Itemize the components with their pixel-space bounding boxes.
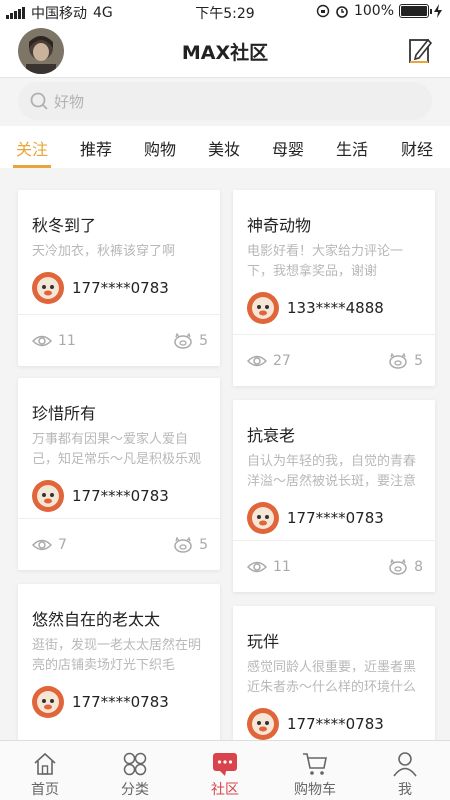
post-author[interactable]: 177****0783 — [233, 492, 435, 534]
post-card[interactable]: 珍惜所有 万事都有因果～爱家人爱自己，知足常乐～凡是积极乐观 177****07… — [18, 378, 220, 570]
view-count: 11 — [32, 333, 76, 349]
post-author[interactable]: 177****0783 — [18, 470, 220, 512]
eye-icon — [32, 539, 52, 550]
pig-icon — [389, 352, 407, 369]
user-avatar-icon — [32, 272, 64, 304]
nav-label: 分类 — [121, 782, 149, 798]
post-author[interactable]: 177****0783 — [18, 676, 220, 718]
post-card[interactable]: 抗衰老 自认为年轻的我，自觉的青春洋溢～居然被说长斑，要注意 177****07… — [233, 400, 435, 592]
page-title: MAX社区 — [181, 42, 269, 64]
post-excerpt: 万事都有因果～爱家人爱自己，知足常乐～凡是积极乐观 — [32, 432, 202, 467]
view-count: 11 — [247, 559, 291, 575]
post-card[interactable]: 神奇动物 电影好看！大家给力评论一下，我想拿奖品，谢谢 133****4888 … — [233, 190, 435, 386]
user-avatar-icon — [32, 686, 64, 718]
post-title: 神奇动物 — [247, 216, 312, 235]
chat-icon — [213, 753, 237, 776]
grid-icon — [123, 752, 147, 776]
nav-me[interactable]: 我 — [360, 741, 450, 800]
post-excerpt: 电影好看！大家给力评论一下，我想拿奖品，谢谢 — [247, 244, 404, 279]
post-stats: 11 8 — [233, 540, 435, 592]
user-avatar-icon — [247, 708, 279, 740]
post-title: 悠然自在的老太太 — [32, 610, 161, 629]
author-name: 177****0783 — [287, 715, 384, 733]
like-count[interactable]: 5 — [173, 332, 208, 349]
battery-icon — [399, 4, 432, 18]
post-stats: 11 5 — [18, 314, 220, 366]
post-author[interactable]: 177****0783 — [233, 698, 435, 740]
like-count[interactable]: 8 — [388, 558, 423, 575]
nav-community[interactable]: 社区 — [180, 741, 270, 800]
pig-icon — [174, 536, 192, 553]
author-name: 177****0783 — [287, 509, 384, 527]
search-bar[interactable]: 好物 — [18, 82, 432, 120]
post-excerpt: 逛街，发现一老太太居然在明亮的店铺卖场灯光下织毛 — [32, 638, 202, 673]
post-author[interactable]: 133****4888 — [233, 282, 435, 324]
author-name: 177****0783 — [72, 487, 169, 505]
post-title: 玩伴 — [247, 632, 280, 651]
app-header: MAX社区 — [0, 24, 450, 78]
nav-home[interactable]: 首页 — [0, 741, 90, 800]
rotation-lock-icon — [316, 4, 330, 18]
tab-follow[interactable]: 关注 — [0, 126, 64, 168]
pig-icon — [174, 332, 192, 349]
author-name: 133****4888 — [287, 299, 384, 317]
view-count: 27 — [247, 353, 291, 369]
battery-percent: 100% — [353, 3, 394, 19]
post-stats: 27 5 — [233, 334, 435, 386]
pig-icon — [389, 558, 407, 575]
alarm-icon — [336, 6, 348, 18]
tab-finance[interactable]: 财经 — [384, 126, 450, 168]
nav-label: 首页 — [31, 782, 59, 798]
nav-label: 购物车 — [294, 782, 336, 798]
eye-icon — [247, 561, 267, 572]
author-name: 177****0783 — [72, 693, 169, 711]
post-excerpt: 天冷加衣，秋裤该穿了啊 — [32, 244, 176, 259]
post-title: 珍惜所有 — [32, 404, 97, 423]
post-card[interactable]: 玩伴 感觉同龄人很重要，近墨者黑近朱者赤～什么样的环境什么 177****078… — [233, 606, 435, 740]
edit-icon — [409, 38, 433, 63]
post-card[interactable]: 悠然自在的老太太 逛街，发现一老太太居然在明亮的店铺卖场灯光下织毛 177***… — [18, 584, 220, 740]
tab-maternity[interactable]: 母婴 — [256, 126, 320, 168]
cart-icon — [303, 753, 327, 775]
eye-icon — [32, 335, 52, 346]
status-bar: 中国移动 4G 下午5:29 100% — [0, 0, 450, 24]
post-stats: 7 5 — [18, 518, 220, 570]
author-name: 177****0783 — [72, 279, 169, 297]
like-count[interactable]: 5 — [388, 352, 423, 369]
category-tabs: 关注 推荐 购物 美妆 母婴 生活 财经 — [0, 126, 450, 168]
bottom-nav: 首页 分类 社区 购物车 我 — [0, 740, 450, 800]
search-placeholder: 好物 — [54, 92, 85, 111]
post-feed: 秋冬到了 天冷加衣，秋裤该穿了啊 177****0783 11 5 神奇动物 电… — [0, 168, 450, 740]
tab-recommend[interactable]: 推荐 — [64, 126, 128, 168]
nav-label: 我 — [398, 782, 412, 798]
eye-icon — [247, 355, 267, 366]
nav-category[interactable]: 分类 — [90, 741, 180, 800]
tab-shopping[interactable]: 购物 — [128, 126, 192, 168]
post-title: 秋冬到了 — [32, 216, 97, 235]
view-count: 7 — [32, 537, 67, 553]
user-avatar-icon — [247, 502, 279, 534]
charging-icon — [434, 4, 442, 18]
user-icon — [393, 752, 417, 777]
compose-button[interactable] — [408, 36, 434, 64]
home-icon — [34, 752, 56, 775]
user-avatar-icon — [247, 292, 279, 324]
nav-cart[interactable]: 购物车 — [270, 741, 360, 800]
search-icon — [30, 92, 48, 110]
tab-life[interactable]: 生活 — [320, 126, 384, 168]
nav-label: 社区 — [211, 782, 239, 798]
like-count[interactable]: 5 — [173, 536, 208, 553]
post-excerpt: 自认为年轻的我，自觉的青春洋溢～居然被说长斑，要注意 — [247, 454, 417, 489]
post-excerpt: 感觉同龄人很重要，近墨者黑近朱者赤～什么样的环境什么 — [247, 660, 417, 695]
tab-beauty[interactable]: 美妆 — [192, 126, 256, 168]
user-avatar-icon — [32, 480, 64, 512]
post-title: 抗衰老 — [247, 426, 296, 445]
post-author[interactable]: 177****0783 — [18, 262, 220, 304]
post-card[interactable]: 秋冬到了 天冷加衣，秋裤该穿了啊 177****0783 11 5 — [18, 190, 220, 366]
